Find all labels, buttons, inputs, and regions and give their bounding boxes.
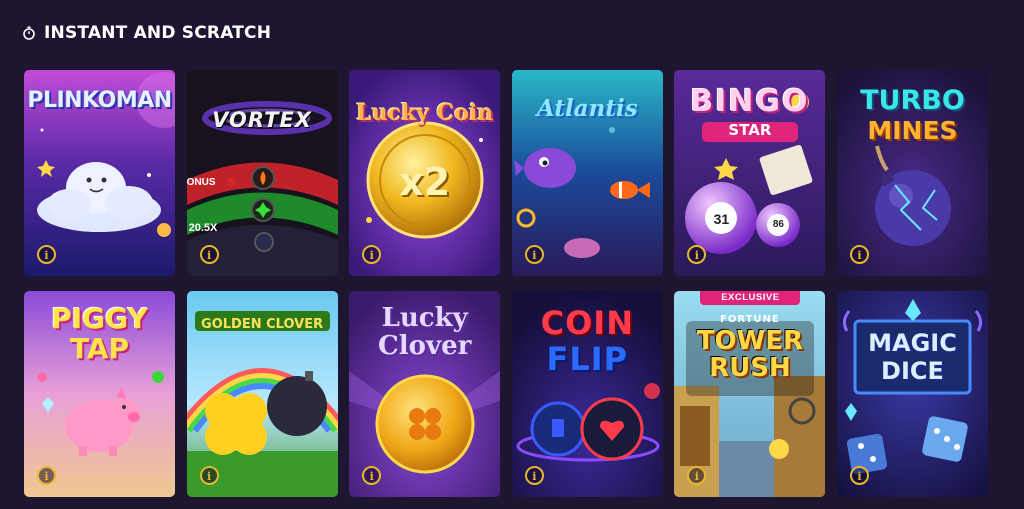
section-title: INSTANT AND SCRATCH xyxy=(44,23,272,43)
game-title: PLINKOMAN xyxy=(27,88,172,113)
game-title: Lucky Coin xyxy=(356,100,494,126)
game-subtitle: Clover xyxy=(378,331,472,361)
game-subtitle: FLIP xyxy=(546,340,629,378)
game-card-coin-flip[interactable]: COIN FLIP i xyxy=(511,291,663,497)
stopwatch-icon xyxy=(23,26,35,40)
game-title-prefix: FORTUNE xyxy=(720,314,780,325)
coin-multiplier: x2 xyxy=(399,160,451,204)
section-header: INSTANT AND SCRATCH xyxy=(22,22,271,44)
game-subtitle: RUSH xyxy=(709,353,791,383)
games-grid: PLINKOMAN i VORTEX ONUS 20.5X i Lucky Co… xyxy=(24,70,988,497)
game-title: Atlantis xyxy=(536,95,638,122)
game-card-magic-dice[interactable]: MAGIC DICE i xyxy=(836,291,988,497)
info-icon[interactable]: i xyxy=(524,466,544,485)
game-title: PIGGY xyxy=(51,302,148,335)
vortex-label: ONUS xyxy=(186,177,216,188)
game-subtitle: DICE xyxy=(881,357,944,385)
vortex-multiplier: 20.5X xyxy=(188,222,218,234)
game-subtitle: MINES xyxy=(867,116,958,145)
info-icon[interactable]: i xyxy=(199,245,219,264)
game-title: MAGIC xyxy=(868,329,957,357)
game-card-turbo-mines[interactable]: TURBO MINES i xyxy=(836,70,988,276)
info-icon[interactable]: i xyxy=(199,466,219,485)
game-title: TURBO xyxy=(860,85,965,116)
game-card-bingo-star[interactable]: BINGO STAR 31 86 i xyxy=(674,70,826,276)
exclusive-badge: EXCLUSIVE xyxy=(700,291,801,305)
info-icon[interactable]: i xyxy=(37,466,56,485)
game-card-plinkoman[interactable]: PLINKOMAN i xyxy=(24,70,175,276)
info-icon[interactable]: i xyxy=(37,245,56,264)
game-card-fortune-tower-rush[interactable]: EXCLUSIVE FORTUNE TOWER RUSH i xyxy=(674,291,826,497)
game-title: Lucky xyxy=(381,303,468,333)
game-card-piggy-tap[interactable]: PIGGY TAP i xyxy=(24,291,175,497)
game-subtitle: TAP xyxy=(69,332,130,365)
bingo-ball-number: 31 xyxy=(713,211,730,227)
game-card-vortex[interactable]: VORTEX ONUS 20.5X i xyxy=(186,70,338,276)
bingo-ball-number: 86 xyxy=(772,219,784,230)
info-icon[interactable]: i xyxy=(524,245,544,264)
game-title: TOWER xyxy=(696,326,804,356)
info-icon[interactable]: i xyxy=(849,245,869,264)
game-title: BINGO xyxy=(690,84,810,119)
game-card-lucky-clover[interactable]: Lucky Clover i xyxy=(349,291,501,497)
game-title: COIN xyxy=(540,304,634,342)
game-title: GOLDEN CLOVER xyxy=(201,317,324,332)
game-card-atlantis[interactable]: Atlantis i xyxy=(511,70,663,276)
game-card-golden-clover[interactable]: GOLDEN CLOVER i xyxy=(186,291,338,497)
game-title: VORTEX xyxy=(212,108,312,132)
game-subtitle: STAR xyxy=(728,121,772,139)
info-icon[interactable]: i xyxy=(849,466,869,485)
game-card-lucky-coin[interactable]: Lucky Coin x2 i xyxy=(349,70,501,276)
